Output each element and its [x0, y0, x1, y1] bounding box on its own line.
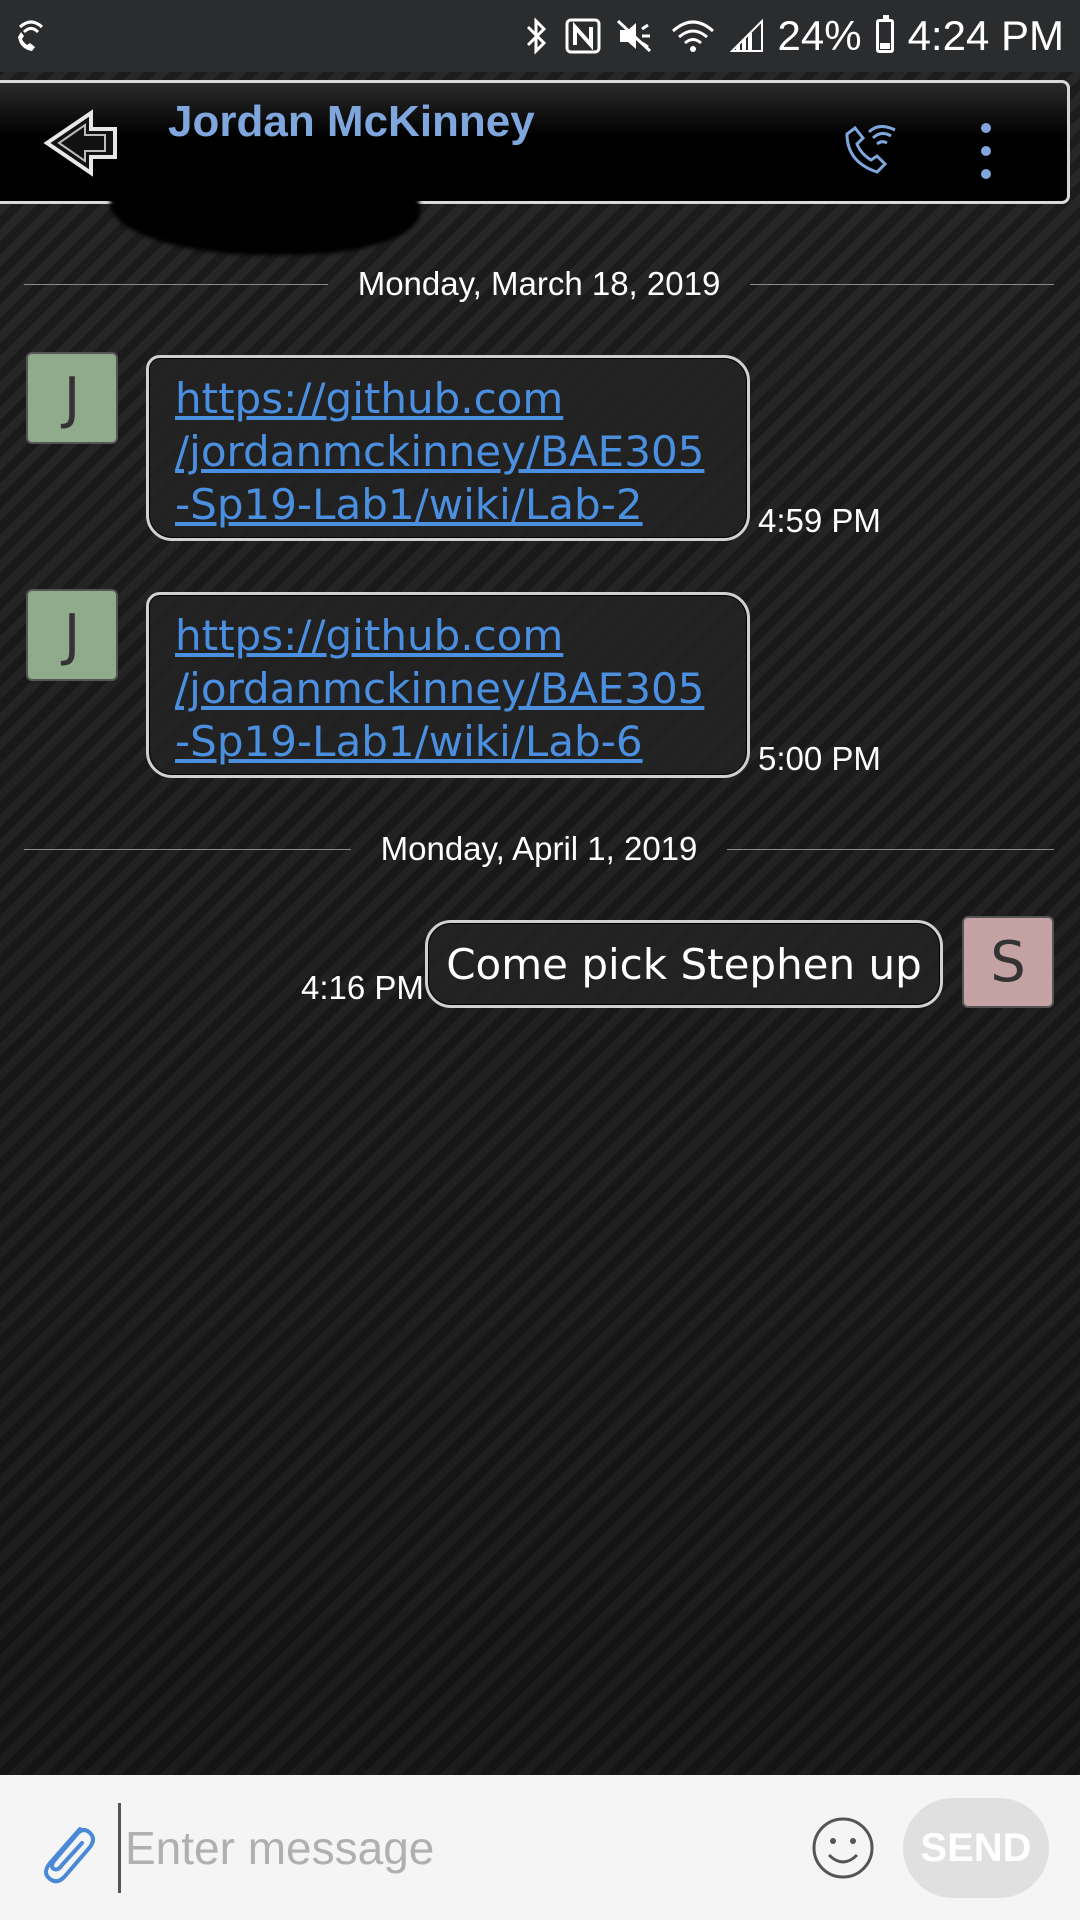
more-icon-dot — [981, 169, 991, 179]
message-input[interactable] — [118, 1803, 778, 1893]
call-icon — [839, 118, 901, 185]
attach-icon — [34, 1827, 100, 1891]
message-composer: SEND — [0, 1775, 1080, 1920]
message-time: 4:16 PM — [301, 969, 424, 1006]
avatar[interactable]: S — [962, 916, 1054, 1008]
more-options-button[interactable] — [968, 119, 1004, 183]
nfc-icon — [564, 17, 602, 55]
date-label: Monday, April 1, 2019 — [380, 830, 698, 867]
bluetooth-icon — [524, 17, 550, 55]
more-icon-dot — [981, 146, 991, 156]
back-button[interactable] — [42, 105, 122, 185]
separator-line — [727, 848, 1055, 850]
contact-name: Jordan McKinney — [168, 97, 535, 146]
separator-line — [24, 283, 328, 285]
clock: 4:24 PM — [907, 12, 1064, 59]
emoji-icon — [810, 1817, 876, 1885]
link-line: -Sp19-Lab1/wiki/Lab-2 — [175, 480, 643, 529]
link-line: /jordanmckinney/BAE305 — [175, 664, 705, 713]
more-icon — [981, 123, 991, 133]
avatar[interactable]: J — [26, 352, 118, 444]
back-icon — [43, 107, 121, 184]
message-time: 4:59 PM — [758, 502, 881, 539]
link-line: https://github.com — [175, 611, 564, 660]
signal-icon — [729, 17, 764, 55]
link-line: /jordanmckinney/BAE305 — [175, 427, 705, 476]
separator-line — [24, 848, 351, 850]
message-time: 5:00 PM — [758, 740, 881, 777]
message-link[interactable]: https://github.com /jordanmckinney/BAE30… — [175, 372, 704, 531]
link-line: https://github.com — [175, 374, 564, 423]
emoji-button[interactable] — [810, 1815, 876, 1881]
message-bubble[interactable]: https://github.com /jordanmckinney/BAE30… — [146, 592, 750, 778]
separator-line — [750, 283, 1055, 285]
battery-percent: 24% — [777, 12, 862, 59]
message-bubble[interactable]: Come pick Stephen up — [425, 920, 943, 1008]
message-link[interactable]: https://github.com /jordanmckinney/BAE30… — [175, 609, 704, 768]
avatar[interactable]: J — [26, 589, 118, 681]
message-bubble[interactable]: https://github.com /jordanmckinney/BAE30… — [146, 355, 750, 541]
wifi-call-icon — [10, 13, 52, 60]
send-button[interactable]: SEND — [903, 1798, 1049, 1898]
date-separator: Monday, March 18, 2019 — [24, 264, 1055, 304]
status-bar: 24% 4:24 PM — [0, 0, 1080, 72]
link-line: -Sp19-Lab1/wiki/Lab-6 — [175, 717, 643, 766]
battery-icon — [875, 15, 894, 53]
message-text: Come pick Stephen up — [446, 939, 922, 989]
attach-button[interactable] — [34, 1815, 100, 1887]
date-separator: Monday, April 1, 2019 — [24, 829, 1055, 869]
mute-icon — [616, 17, 656, 55]
date-label: Monday, March 18, 2019 — [357, 265, 721, 302]
call-button[interactable] — [838, 119, 902, 183]
wifi-icon — [670, 17, 716, 55]
